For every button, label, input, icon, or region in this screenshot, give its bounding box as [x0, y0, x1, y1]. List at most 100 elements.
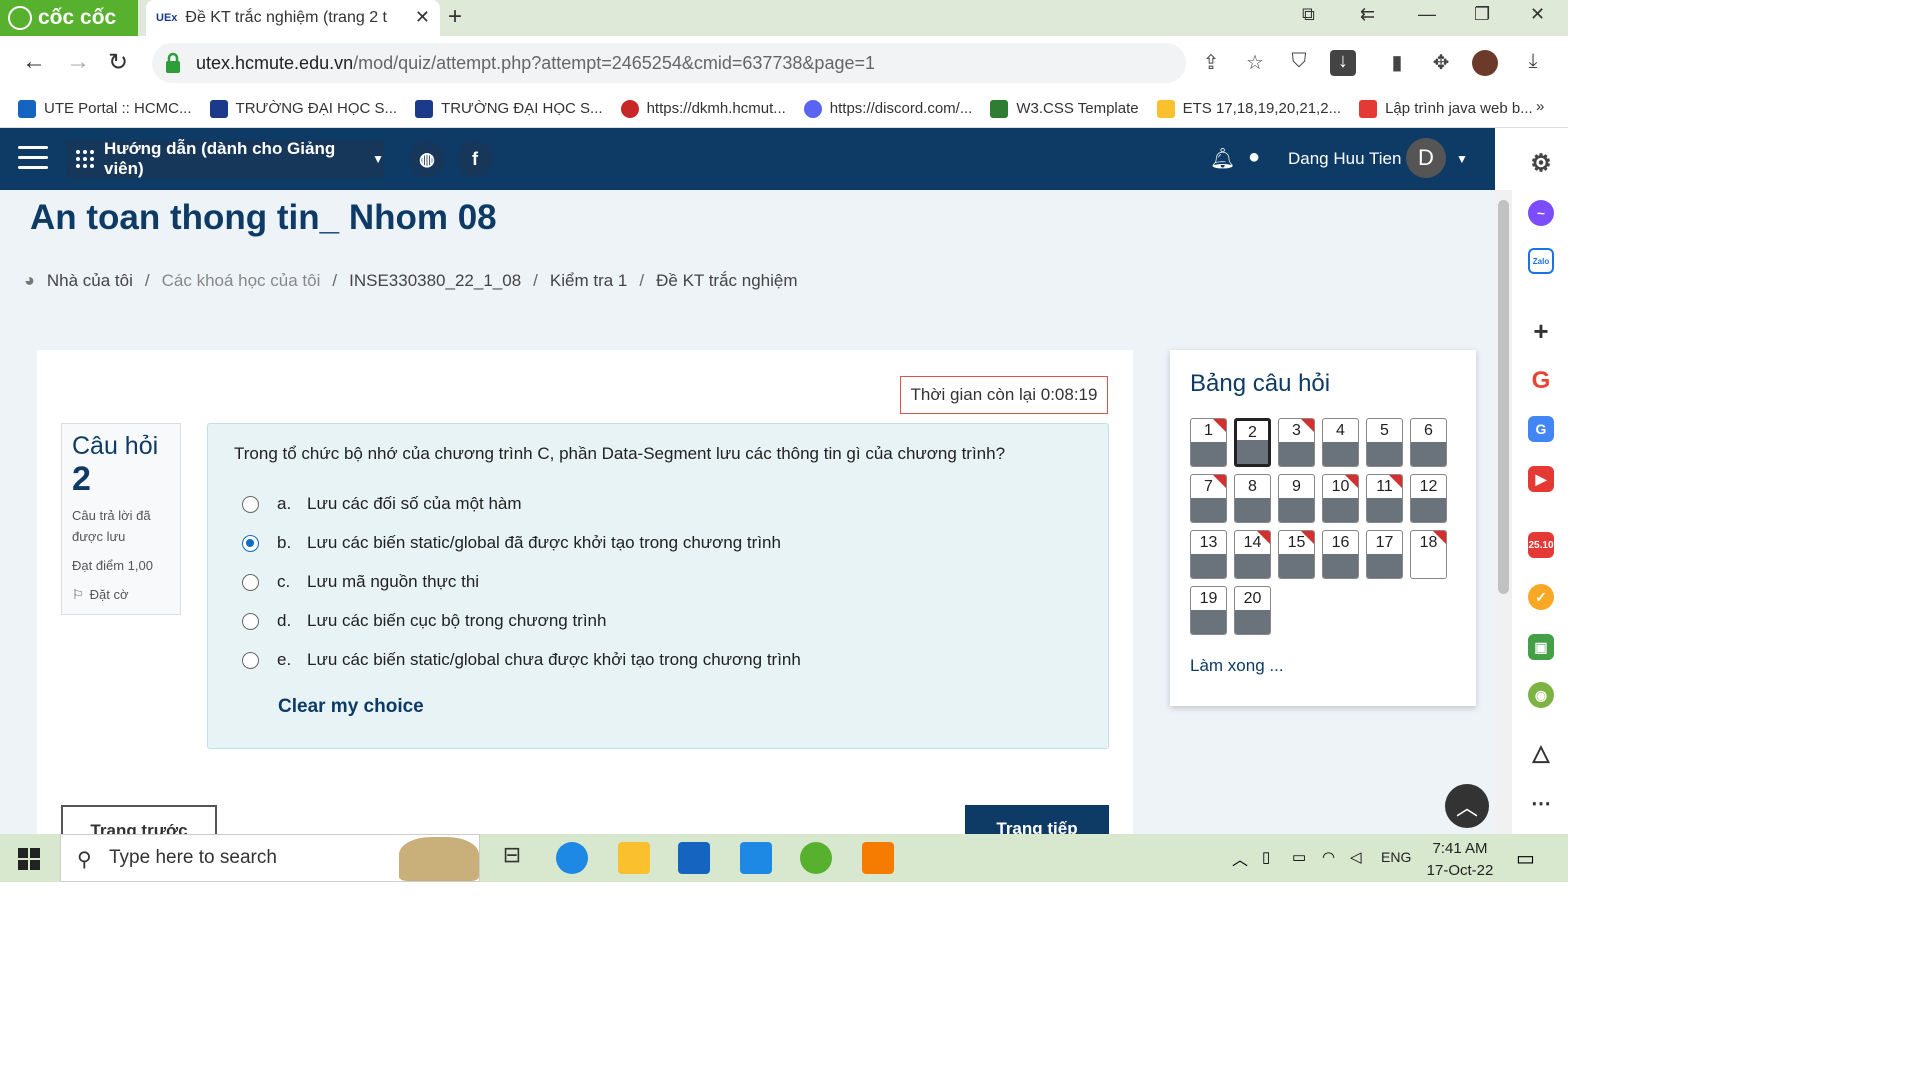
minimize-icon[interactable]: —	[1418, 4, 1436, 25]
coin-icon[interactable]: ✓	[1528, 584, 1554, 610]
finish-attempt-link[interactable]: Làm xong ...	[1190, 656, 1284, 676]
question-nav-button[interactable]: 13	[1190, 530, 1227, 579]
game-icon[interactable]: ◉	[1528, 682, 1554, 708]
avatar[interactable]: D	[1406, 138, 1446, 178]
scroll-to-top-button[interactable]: ︿	[1445, 784, 1489, 828]
clear-choice-link[interactable]: Clear my choice	[278, 696, 424, 718]
question-nav-button[interactable]: 19	[1190, 586, 1227, 635]
new-tab-icon[interactable]: +	[448, 3, 462, 31]
question-nav-button[interactable]: 20	[1234, 586, 1271, 635]
question-nav-button[interactable]: 8	[1234, 474, 1271, 523]
gift-icon[interactable]: ▣	[1528, 634, 1554, 660]
taskbar-clock[interactable]: 7:41 AM 17-Oct-22	[1422, 838, 1498, 882]
sidebar-toggle-icon[interactable]: ▮	[1384, 50, 1410, 76]
facebook-icon[interactable]: f	[457, 141, 493, 177]
question-nav-button[interactable]: 3	[1278, 418, 1315, 467]
more-dots-icon[interactable]: ⋯	[1528, 790, 1554, 816]
task-view-icon[interactable]: ⊟	[496, 842, 528, 874]
chat-icon[interactable]: ●	[1248, 146, 1260, 169]
radio-button-selected[interactable]	[242, 534, 259, 552]
bookmark-item[interactable]: https://dkmh.hcmut...	[620, 99, 786, 118]
bookmark-item[interactable]: TRƯỜNG ĐẠI HỌC S...	[415, 99, 603, 118]
notification-center-icon[interactable]: ▭	[1516, 846, 1535, 871]
close-window-icon[interactable]: ✕	[1530, 4, 1545, 25]
radio-button[interactable]	[242, 612, 259, 630]
coccoc-logo[interactable]: cốc cốc	[0, 0, 138, 36]
profile-avatar-icon[interactable]	[1472, 50, 1498, 76]
answer-option-e[interactable]: e. Lưu các biến static/global chưa được …	[242, 650, 801, 670]
settings-gear-icon[interactable]: ⚙	[1528, 150, 1554, 177]
question-nav-button[interactable]: 17	[1366, 530, 1403, 579]
question-nav-button[interactable]: 6	[1410, 418, 1447, 467]
radio-button[interactable]	[242, 495, 259, 513]
bookmark-item[interactable]: Lập trình java web b...	[1359, 99, 1533, 118]
guide-dropdown-button[interactable]: Hướng dẫn (dành cho Giảng viên) ▼	[66, 139, 384, 178]
question-nav-button[interactable]: 1	[1190, 418, 1227, 467]
user-name[interactable]: Dang Huu Tien	[1288, 149, 1401, 169]
download-manager-icon[interactable]: ↓	[1330, 50, 1356, 76]
breadcrumb-item-quiz[interactable]: Đề KT trắc nghiệm	[656, 271, 797, 291]
pdf-app-icon[interactable]	[862, 842, 894, 874]
answer-option-d[interactable]: d. Lưu các biến cục bộ trong chương trìn…	[242, 611, 606, 631]
coccoc-taskbar-icon[interactable]	[800, 842, 832, 874]
notification-bell-icon[interactable]: △	[1528, 740, 1554, 766]
microsoft-store-icon[interactable]	[678, 842, 710, 874]
breadcrumb-item-course[interactable]: INSE330380_22_1_08	[349, 271, 521, 291]
reload-icon[interactable]: ↻	[108, 48, 128, 77]
question-nav-button[interactable]: 14	[1234, 530, 1271, 579]
tab-active[interactable]: UEx Đề KT trắc nghiệm (trang 2 t ✕	[146, 0, 440, 36]
radio-button[interactable]	[242, 573, 259, 591]
bookmark-item[interactable]: ETS 17,18,19,20,21,2...	[1156, 99, 1341, 118]
battery-icon[interactable]: ▭	[1292, 848, 1306, 866]
zalo-icon[interactable]: Zalo	[1528, 248, 1554, 274]
question-nav-button[interactable]: 9	[1278, 474, 1315, 523]
question-nav-button[interactable]: 4	[1322, 418, 1359, 467]
flag-question-button[interactable]: ⚐ Đặt cờ	[72, 584, 170, 605]
download-icon[interactable]: ⤓	[1520, 50, 1546, 76]
share-icon[interactable]: ⇪	[1198, 50, 1224, 76]
volume-icon[interactable]: ◁	[1350, 848, 1362, 866]
breadcrumb-item-my-courses[interactable]: Các khoá học của tôi	[162, 271, 321, 291]
url-field[interactable]: utex.hcmute.edu.vn/mod/quiz/attempt.php?…	[152, 43, 1186, 83]
tab-close-icon[interactable]: ✕	[415, 7, 430, 28]
wifi-icon[interactable]: ◠	[1322, 848, 1335, 866]
question-nav-button[interactable]: 7	[1190, 474, 1227, 523]
bookmark-item[interactable]: UTE Portal :: HCMC...	[18, 99, 192, 118]
page-scrollbar[interactable]	[1495, 190, 1512, 834]
forward-icon[interactable]: →	[66, 48, 90, 76]
google-icon[interactable]: G	[1528, 367, 1554, 394]
back-arrow-icon[interactable]: ⇇	[1360, 4, 1375, 25]
bookmark-item[interactable]: W3.CSS Template	[990, 99, 1139, 118]
star-icon[interactable]: ☆	[1242, 50, 1268, 76]
radio-button[interactable]	[242, 651, 259, 669]
breadcrumb-item-section[interactable]: Kiểm tra 1	[550, 271, 627, 291]
user-menu-caret-icon[interactable]: ▼	[1456, 152, 1468, 166]
extensions-icon[interactable]: ✥	[1428, 50, 1454, 76]
calendar-badge-icon[interactable]: 25.10	[1528, 532, 1554, 558]
bookmarks-more-icon[interactable]: »	[1536, 98, 1544, 115]
add-icon[interactable]: +	[1528, 316, 1554, 346]
bell-icon[interactable]: 🔔︎	[1210, 146, 1235, 171]
question-nav-button[interactable]: 10	[1322, 474, 1359, 523]
question-nav-button[interactable]: 2	[1234, 418, 1271, 467]
next-page-button[interactable]: Trang tiếp	[965, 805, 1109, 834]
taskbar-search-input[interactable]: ⚲ Type here to search	[60, 834, 480, 882]
question-nav-button[interactable]: 5	[1366, 418, 1403, 467]
answer-option-a[interactable]: a. Lưu các đối số của một hàm	[242, 494, 522, 514]
file-explorer-icon[interactable]	[618, 842, 650, 874]
question-nav-button[interactable]: 16	[1322, 530, 1359, 579]
question-nav-button[interactable]: 11	[1366, 474, 1403, 523]
prev-page-button[interactable]: Trang trước	[61, 805, 217, 834]
breadcrumb-item-home[interactable]: Nhà của tôi	[47, 271, 133, 291]
question-nav-button[interactable]: 12	[1410, 474, 1447, 523]
edge-icon[interactable]	[556, 842, 588, 874]
restore-icon[interactable]: ❐	[1474, 4, 1490, 25]
tray-chevron-up-icon[interactable]: ︿	[1232, 846, 1248, 870]
question-nav-button[interactable]: 15	[1278, 530, 1315, 579]
screenshot-icon[interactable]: ⧉	[1302, 4, 1315, 25]
bookmark-item[interactable]: TRƯỜNG ĐẠI HỌC S...	[209, 99, 397, 118]
messenger-icon[interactable]: ~	[1528, 200, 1554, 226]
question-nav-button[interactable]: 18	[1410, 530, 1447, 579]
windows-start-icon[interactable]	[18, 848, 40, 870]
tray-device-icon[interactable]: ▯	[1262, 848, 1270, 866]
